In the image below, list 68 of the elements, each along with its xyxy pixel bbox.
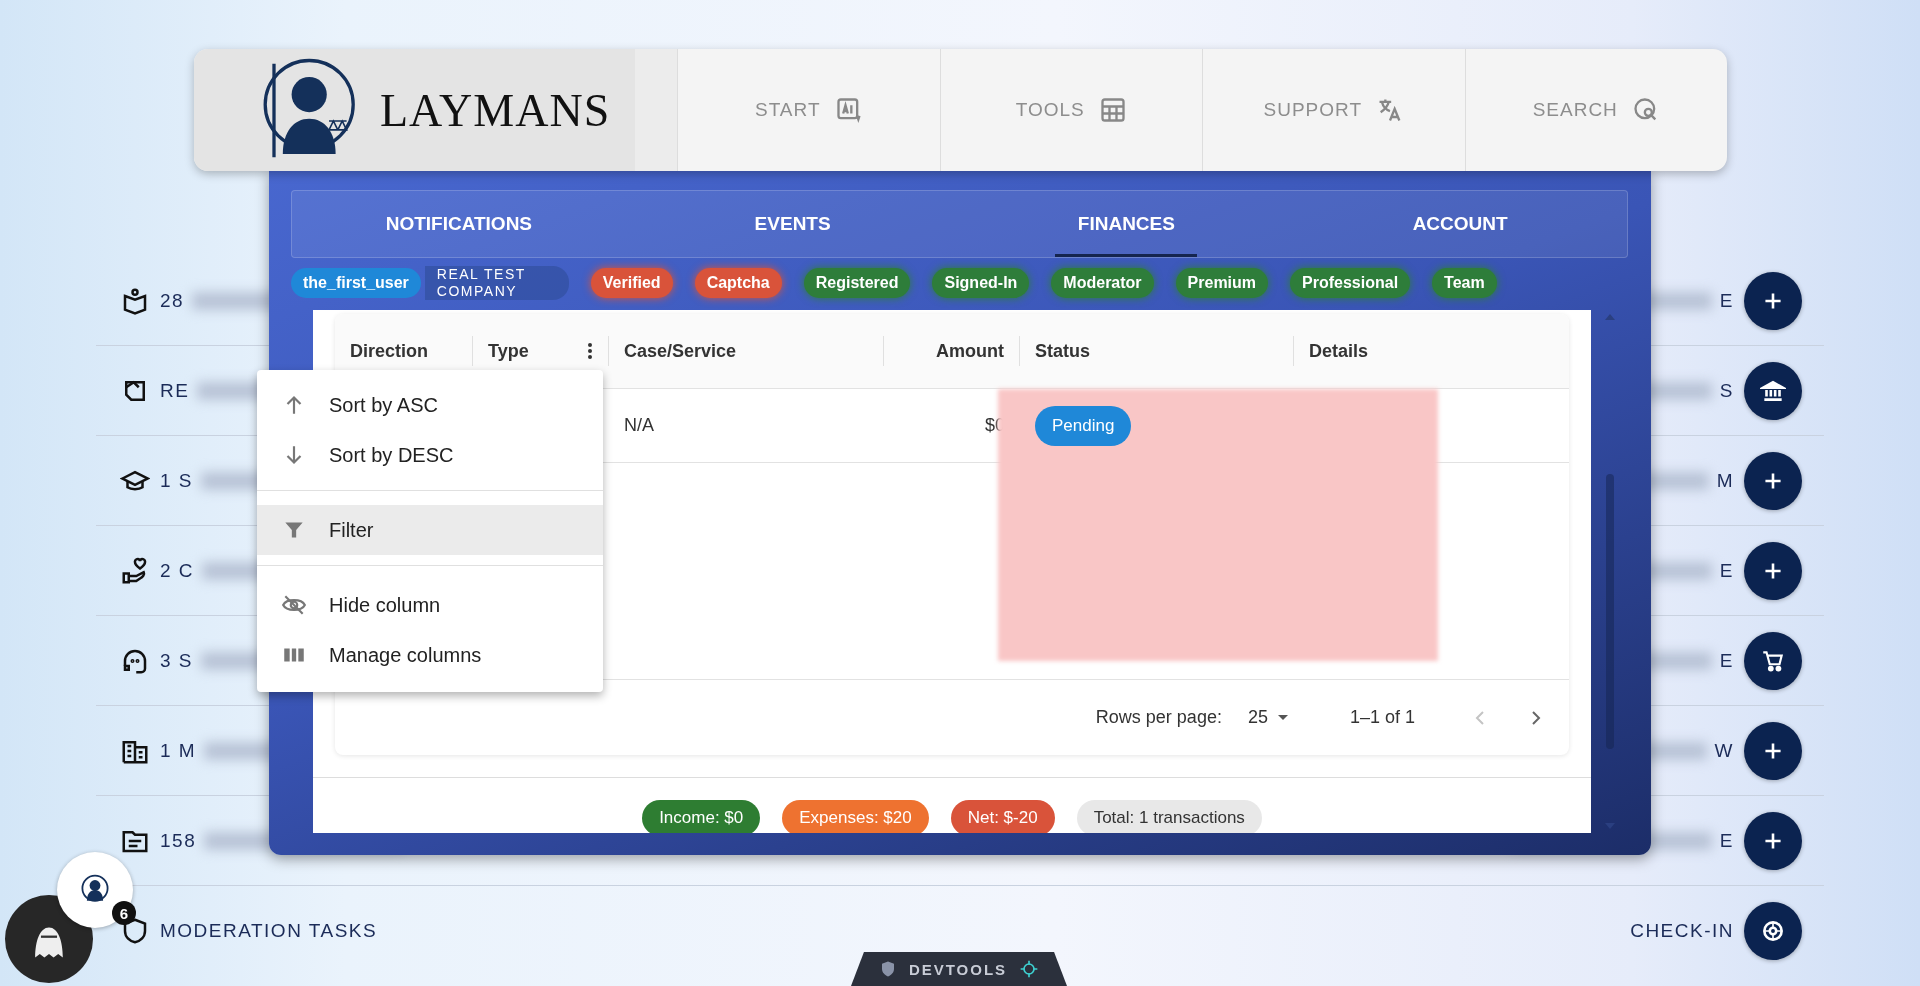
status-badge: Premium	[1175, 268, 1269, 298]
row-label: 2 C	[160, 559, 195, 582]
summary-chip: Total: 1 transactions	[1076, 800, 1262, 833]
status-badge: Captcha	[694, 268, 782, 298]
row-label: MODERATION TASKS	[160, 919, 378, 942]
menu-item[interactable]: Sort by ASC	[257, 380, 603, 430]
column-header[interactable]: Case/Service	[609, 336, 884, 366]
status-badge: Verified	[590, 268, 673, 298]
brand-name: LAYMANS	[380, 83, 611, 137]
summary-chip: Expenses: $20	[782, 800, 929, 833]
summary-chip: Income: $0	[642, 800, 761, 833]
column-header[interactable]: Details	[1294, 336, 1568, 366]
row-label: 28	[160, 289, 185, 312]
ai-chip-icon	[834, 96, 863, 124]
username-chip[interactable]: the_first_user	[291, 268, 421, 298]
column-header[interactable]: Amount	[884, 336, 1020, 366]
summary-chip: Net: $-20	[950, 800, 1055, 833]
rows-per-page-select[interactable]: 25	[1241, 706, 1294, 729]
row-label: 1 S	[160, 469, 194, 492]
row-action-label: E	[1719, 559, 1734, 582]
bank-button[interactable]	[1744, 361, 1802, 420]
column-header[interactable]: Type	[473, 336, 609, 366]
tab[interactable]: NOTIFICATIONS	[292, 191, 626, 257]
status-badge: Signed-In	[932, 268, 1030, 298]
more-vertical-icon[interactable]	[587, 342, 593, 360]
calculator-icon	[1098, 96, 1127, 124]
page-range: 1–1 of 1	[1349, 707, 1415, 728]
status-badge: Registered	[803, 268, 911, 298]
status-badge: Moderator	[1051, 268, 1154, 298]
row-label: RE	[160, 379, 190, 402]
column-header[interactable]: Direction	[335, 336, 473, 366]
notification-count: 6	[112, 901, 136, 925]
caret-icon	[1277, 715, 1288, 720]
row-label: 3 S	[160, 649, 194, 672]
lifebuoy-button[interactable]	[1744, 901, 1802, 960]
status-badge: Professional	[1290, 268, 1411, 298]
tab[interactable]: FINANCES	[959, 191, 1294, 257]
menu-item[interactable]: Hide column	[257, 580, 603, 630]
logo-button[interactable]	[57, 852, 133, 928]
row-action-label: CHECK-IN	[1630, 919, 1734, 942]
add-button[interactable]	[1744, 451, 1802, 510]
row-action-label: E	[1719, 289, 1734, 312]
menu-item[interactable]: Sort by DESC	[257, 430, 603, 480]
devtools-tab[interactable]: DEVTOOLS	[851, 952, 1067, 986]
row-action-label: S	[1719, 379, 1734, 402]
add-button[interactable]	[1744, 721, 1802, 780]
row-action-label: W	[1714, 739, 1734, 762]
row-action-label: M	[1716, 469, 1734, 492]
column-header[interactable]: Status	[1020, 336, 1294, 366]
tab[interactable]: ACCOUNT	[1293, 191, 1627, 257]
add-button[interactable]	[1744, 811, 1802, 870]
add-button[interactable]	[1744, 271, 1802, 330]
row-action-label: E	[1719, 649, 1734, 672]
row-action-label: E	[1719, 829, 1734, 852]
cart-button[interactable]	[1744, 631, 1802, 690]
rows-per-page-label: Rows per page:	[1095, 707, 1222, 728]
row-label: 1 M	[160, 739, 197, 762]
menu-item[interactable]: Manage columns	[257, 630, 603, 680]
add-button[interactable]	[1744, 541, 1802, 600]
company-chip: REAL TEST COMPANY	[424, 266, 569, 300]
next-page-icon[interactable]	[1531, 709, 1541, 726]
crosshair-icon	[1019, 959, 1040, 979]
menu-item[interactable]: Filter	[257, 505, 603, 555]
table-cell: N/A	[624, 415, 654, 436]
tab[interactable]: EVENTS	[625, 191, 960, 257]
row-label: 158	[160, 829, 197, 852]
status-badge: Team	[1432, 268, 1497, 298]
scrollbar-thumb[interactable]	[1605, 474, 1614, 749]
